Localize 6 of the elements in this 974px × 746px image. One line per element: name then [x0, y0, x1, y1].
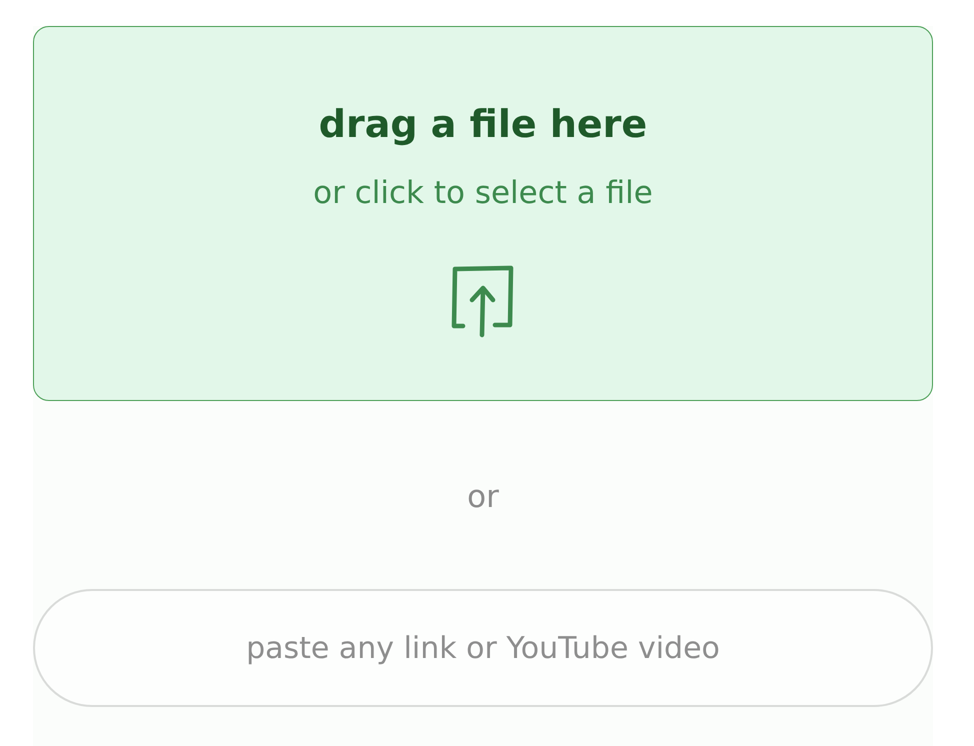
drop-zone-subtitle: or click to select a file: [313, 174, 653, 213]
link-input-field[interactable]: paste any link or YouTube video: [33, 589, 933, 707]
drop-zone-title: drag a file here: [318, 101, 648, 147]
upload-icon: [451, 265, 515, 339]
file-drop-zone[interactable]: drag a file here or click to select a file: [33, 26, 933, 401]
separator-text: or: [466, 478, 500, 517]
